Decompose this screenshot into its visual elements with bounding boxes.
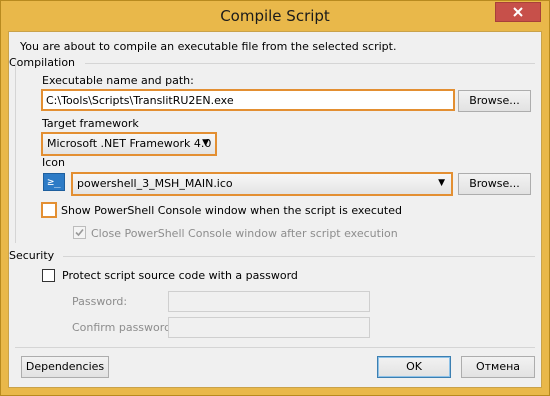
cancel-button[interactable]: Отмена — [461, 356, 535, 378]
intro-text: You are about to compile an executable f… — [20, 40, 397, 53]
security-group-line — [63, 256, 535, 257]
password-input[interactable] — [168, 291, 370, 312]
dependencies-button[interactable]: Dependencies — [21, 356, 109, 378]
chevron-down-icon: ▼ — [202, 138, 209, 148]
exe-browse-button[interactable]: Browse... — [458, 90, 531, 112]
target-framework-value: Microsoft .NET Framework 4.0 — [47, 137, 212, 150]
confirm-password-input[interactable] — [168, 317, 370, 338]
target-framework-select[interactable]: Microsoft .NET Framework 4.0 ▼ — [41, 132, 217, 156]
icon-select[interactable]: powershell_3_MSH_MAIN.ico ▼ — [71, 172, 453, 196]
chevron-down-icon: ▼ — [438, 178, 445, 188]
ok-button[interactable]: OK — [377, 356, 451, 378]
checkmark-icon — [75, 228, 84, 237]
compile-script-dialog: Compile Script You are about to compile … — [0, 0, 550, 396]
close-console-label: Close PowerShell Console window after sc… — [91, 227, 398, 240]
show-console-label[interactable]: Show PowerShell Console window when the … — [61, 204, 402, 217]
icon-browse-button[interactable]: Browse... — [458, 173, 531, 195]
title-bar[interactable]: Compile Script — [1, 1, 549, 31]
exe-path-value: C:\Tools\Scripts\TranslitRU2EN.exe — [46, 94, 234, 107]
target-framework-label: Target framework — [42, 117, 139, 130]
protect-password-checkbox[interactable] — [42, 269, 55, 282]
show-console-checkbox[interactable] — [41, 202, 57, 218]
exe-path-label: Executable name and path: — [42, 74, 194, 87]
security-group-label: Security — [9, 249, 55, 262]
icon-select-value: powershell_3_MSH_MAIN.ico — [77, 177, 233, 190]
confirm-password-label: Confirm password: — [72, 321, 175, 334]
password-label: Password: — [72, 295, 128, 308]
compilation-group-left-border — [15, 63, 16, 243]
icon-label: Icon — [42, 156, 65, 169]
close-button[interactable] — [495, 2, 541, 22]
dialog-body: You are about to compile an executable f… — [8, 31, 542, 388]
close-console-checkbox[interactable] — [73, 226, 86, 239]
compilation-group-label: Compilation — [9, 56, 76, 69]
footer-separator — [15, 347, 535, 348]
dialog-title: Compile Script — [220, 7, 330, 25]
protect-password-label[interactable]: Protect script source code with a passwo… — [62, 269, 298, 282]
compilation-group-line — [85, 63, 535, 64]
exe-path-input[interactable]: C:\Tools\Scripts\TranslitRU2EN.exe — [41, 89, 455, 111]
powershell-icon: ≥_ — [43, 173, 65, 191]
close-icon — [513, 7, 523, 17]
